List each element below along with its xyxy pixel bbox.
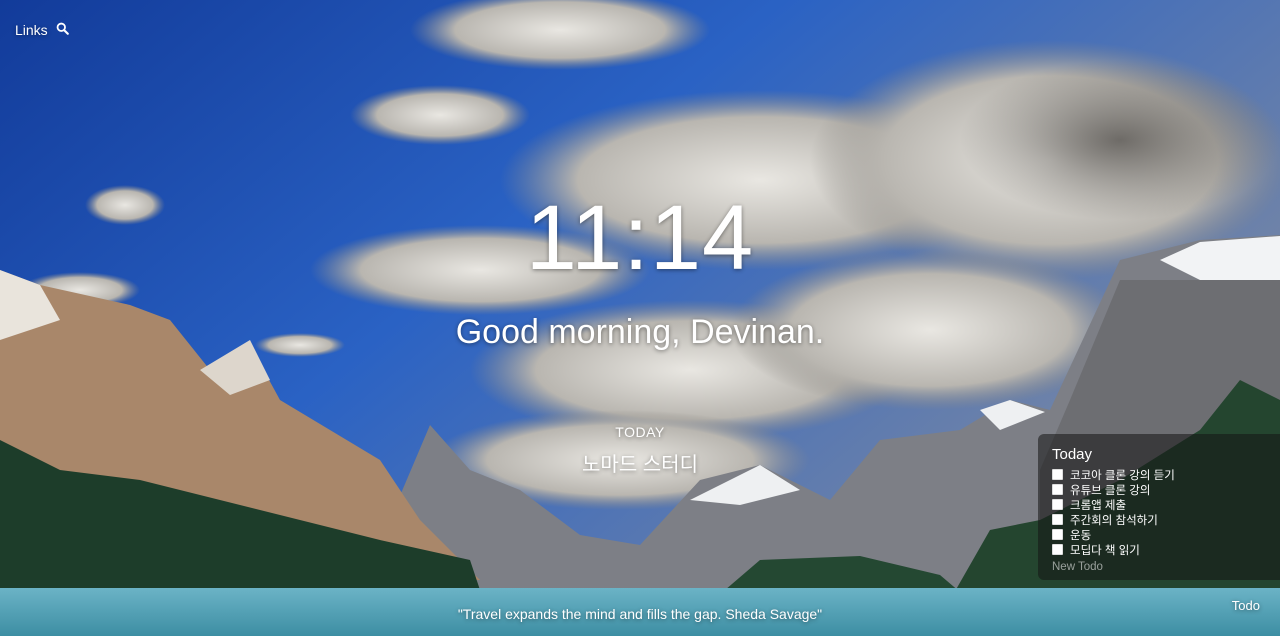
links-label: Links (15, 22, 48, 38)
todo-item-label[interactable]: 모딥다 책 읽기 (1070, 542, 1140, 558)
todo-panel: Today 코코아 클론 강의 듣기 유튜브 클론 강의 크롬앱 제출 주간회의… (1038, 434, 1280, 580)
todo-checkbox[interactable] (1052, 469, 1063, 480)
todo-item-label[interactable]: 운동 (1070, 527, 1091, 543)
todo-item: 코코아 클론 강의 듣기 (1052, 467, 1266, 482)
todo-item-label[interactable]: 유튜브 클론 강의 (1070, 482, 1150, 498)
todo-panel-title: Today (1052, 446, 1093, 463)
links-button[interactable]: Links (15, 22, 69, 38)
todo-item-label[interactable]: 크롬앱 제출 (1070, 497, 1126, 513)
clock-time: 11:14 (525, 187, 755, 289)
todo-item: 모딥다 책 읽기 (1052, 542, 1266, 557)
search-icon[interactable] (56, 22, 69, 38)
dashboard: Links 11:14 Good morning, Devinan. TODAY… (0, 0, 1280, 636)
new-todo-input[interactable] (1052, 561, 1242, 573)
todo-item: 주간회의 참석하기 (1052, 512, 1266, 527)
todo-item: 운동 (1052, 527, 1266, 542)
greeting-text: Good morning, Devinan. (455, 313, 825, 351)
search-icon-glyph (56, 22, 69, 35)
todo-checkbox[interactable] (1052, 544, 1063, 555)
todo-item-label[interactable]: 코코아 클론 강의 듣기 (1070, 467, 1175, 483)
todo-checkbox[interactable] (1052, 484, 1063, 495)
todo-list: 코코아 클론 강의 듣기 유튜브 클론 강의 크롬앱 제출 주간회의 참석하기 … (1052, 467, 1266, 557)
todo-toggle-button[interactable]: Todo (1232, 598, 1260, 613)
todo-item: 크롬앱 제출 (1052, 497, 1266, 512)
todo-item: 유튜브 클론 강의 (1052, 482, 1266, 497)
quote-text: "Travel expands the mind and fills the g… (457, 606, 823, 622)
todo-checkbox[interactable] (1052, 529, 1063, 540)
todo-checkbox[interactable] (1052, 499, 1063, 510)
todo-item-label[interactable]: 주간회의 참석하기 (1070, 512, 1158, 528)
todo-checkbox[interactable] (1052, 514, 1063, 525)
